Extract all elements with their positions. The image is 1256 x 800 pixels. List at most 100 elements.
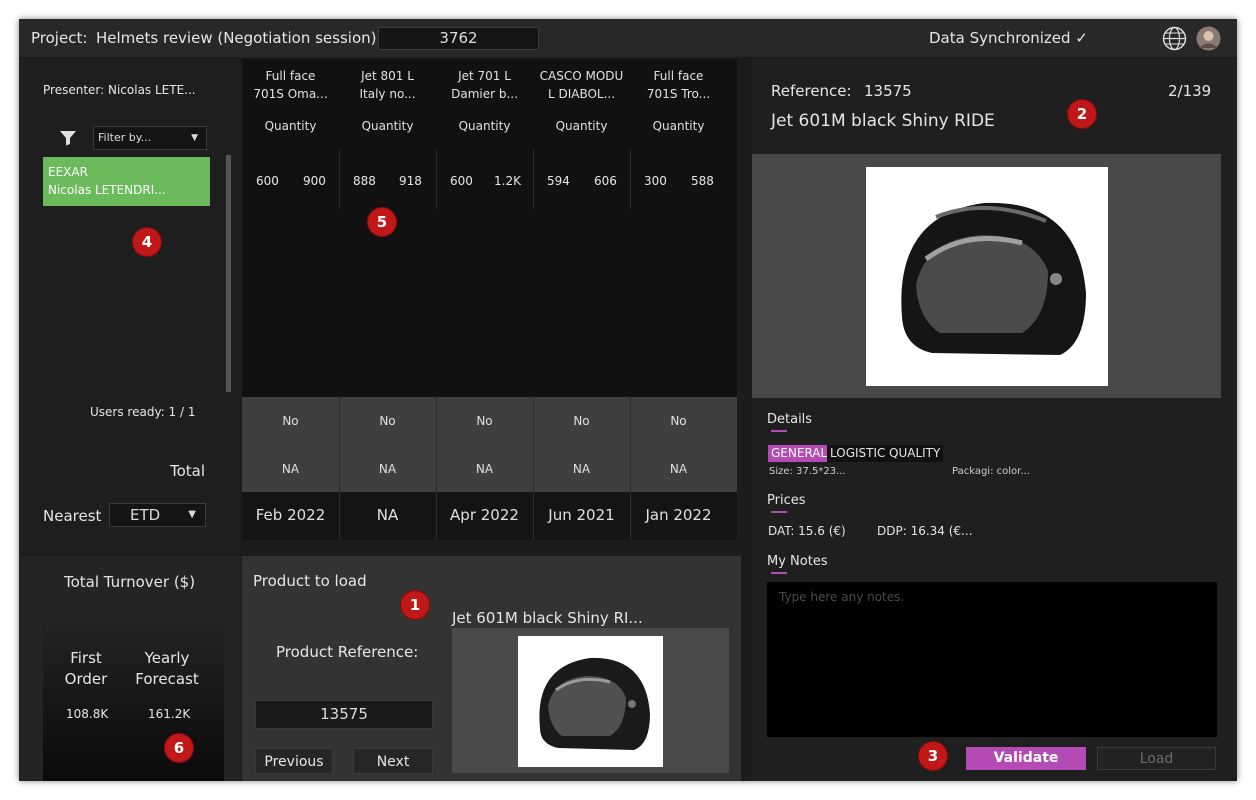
size-text: Size: 37.5*23... (769, 466, 846, 477)
validate-button[interactable]: Validate (966, 747, 1086, 770)
status-cell: No (282, 414, 299, 428)
column-title: Jet 701 L (458, 69, 511, 83)
date-cell: Apr 2022 (450, 506, 519, 524)
tab-quality[interactable]: QUALITY (886, 445, 944, 462)
list-item-company: EEXAR (48, 165, 88, 179)
sync-status: Data Synchronized ✓ (929, 29, 1088, 47)
product-position: 2/139 (1168, 82, 1212, 100)
turnover-box (43, 611, 224, 781)
quantity-value: 606 (594, 174, 617, 188)
project-label: Project: (31, 29, 88, 47)
filter-icon[interactable] (59, 130, 77, 146)
avatar[interactable] (1196, 26, 1221, 51)
total-cell: NA (572, 462, 591, 476)
callout-badge-6: 6 (164, 733, 194, 763)
date-cell: NA (376, 506, 399, 524)
preview-product-name: Jet 601M black Shiny RI... (452, 609, 643, 627)
yearly-forecast-value: 161.2K (148, 707, 191, 721)
reference-label: Reference: (771, 82, 852, 100)
column-header-2[interactable]: Jet 801 L Italy no... (339, 67, 436, 103)
nearest-dropdown[interactable]: ETD ▼ (109, 503, 206, 527)
status-cell: No (670, 414, 687, 428)
reference-value: 13575 (864, 82, 912, 100)
column-header-3[interactable]: Jet 701 L Damier b... (436, 67, 533, 103)
first-order-label-line: First (70, 649, 102, 667)
column-subtitle: L DIABOL... (547, 87, 616, 101)
notes-textarea[interactable]: Type here any notes. (767, 582, 1217, 737)
callout-badge-1: 1 (400, 590, 430, 620)
total-label: Total (170, 462, 206, 480)
column-title: Jet 801 L (361, 69, 414, 83)
column-subtitle: 701S Tro... (646, 87, 711, 101)
date-cell: Feb 2022 (255, 506, 326, 524)
quantity-value: 300 (644, 174, 667, 188)
column-header-5[interactable]: Full face 701S Tro... (630, 67, 727, 103)
column-header-1[interactable]: Full face 701S Oma... (242, 67, 339, 103)
quantity-label: Quantity (361, 119, 414, 133)
product-load-title: Product to load (253, 572, 367, 590)
yearly-label-line: Yearly (144, 649, 190, 667)
callout-badge-2: 2 (1067, 99, 1097, 129)
filter-dropdown[interactable]: Filter by... ▼ (93, 126, 207, 150)
total-cell: NA (378, 462, 397, 476)
quantity-value: 588 (691, 174, 714, 188)
quantity-value: 1.2K (494, 174, 521, 188)
details-heading: Details (767, 412, 813, 427)
tab-logistic[interactable]: LOGISTIC (827, 445, 889, 462)
quantity-value: 918 (399, 174, 422, 188)
nearest-label: Nearest (43, 507, 102, 525)
quantity-label: Quantity (458, 119, 511, 133)
notes-placeholder: Type here any notes. (779, 590, 905, 604)
total-cell: NA (475, 462, 494, 476)
total-cell: NA (669, 462, 688, 476)
next-button[interactable]: Next (353, 748, 433, 774)
column-subtitle: Damier b... (451, 87, 518, 101)
status-cell: No (573, 414, 590, 428)
callout-badge-3: 3 (918, 741, 948, 771)
presenter-list-item-selected[interactable]: EEXAR Nicolas LETENDRI... (43, 157, 210, 206)
status-cell: No (476, 414, 493, 428)
product-reference-input[interactable]: 13575 (255, 700, 433, 729)
quantity-label: Quantity (264, 119, 317, 133)
quantity-label: Quantity (555, 119, 608, 133)
product-reference-label: Product Reference: (276, 643, 419, 661)
globe-icon[interactable] (1162, 26, 1187, 51)
load-button[interactable]: Load (1097, 747, 1216, 770)
total-cell: NA (281, 462, 300, 476)
project-name: Helmets review (Negotiation session) (96, 29, 377, 47)
yearly-label-line: Forecast (135, 670, 199, 688)
tab-general[interactable]: GENERAL (768, 445, 831, 462)
helmet-image (866, 167, 1108, 386)
column-header-4[interactable]: CASCO MODU L DIABOL... (533, 67, 630, 103)
dropdown-arrow-icon: ▼ (191, 133, 198, 143)
column-title: CASCO MODU (539, 69, 624, 83)
users-ready-label: Users ready: 1 / 1 (90, 405, 196, 419)
status-cell: No (379, 414, 396, 428)
date-cell: Jun 2021 (548, 506, 615, 524)
quantity-value: 900 (303, 174, 326, 188)
app-window: Project: Helmets review (Negotiation ses… (19, 19, 1237, 781)
nearest-value: ETD (130, 506, 161, 524)
notes-heading: My Notes (767, 554, 828, 569)
column-subtitle: 701S Oma... (253, 87, 328, 101)
yearly-forecast-label: Yearly Forecast (132, 648, 202, 690)
column-title: Full face (265, 69, 316, 83)
previous-button[interactable]: Previous (255, 748, 333, 774)
presenter-label: Presenter: Nicolas LETE... (43, 83, 196, 97)
quantity-value: 600 (450, 174, 473, 188)
column-title: Full face (653, 69, 704, 83)
quantity-label: Quantity (652, 119, 705, 133)
quantity-value: 594 (547, 174, 570, 188)
prices-heading: Prices (767, 493, 806, 508)
dat-price: DAT: 15.6 (€) (768, 524, 846, 538)
first-order-value: 108.8K (66, 707, 109, 721)
quantity-value: 888 (353, 174, 376, 188)
callout-badge-4: 4 (132, 227, 162, 257)
project-code-field[interactable]: 3762 (378, 27, 539, 50)
quantity-grid (242, 59, 737, 397)
list-scrollbar[interactable] (226, 155, 231, 392)
product-name: Jet 601M black Shiny RIDE (771, 111, 995, 131)
callout-badge-5: 5 (367, 207, 397, 237)
column-subtitle: Italy no... (359, 87, 416, 101)
list-item-person: Nicolas LETENDRI... (48, 183, 166, 197)
